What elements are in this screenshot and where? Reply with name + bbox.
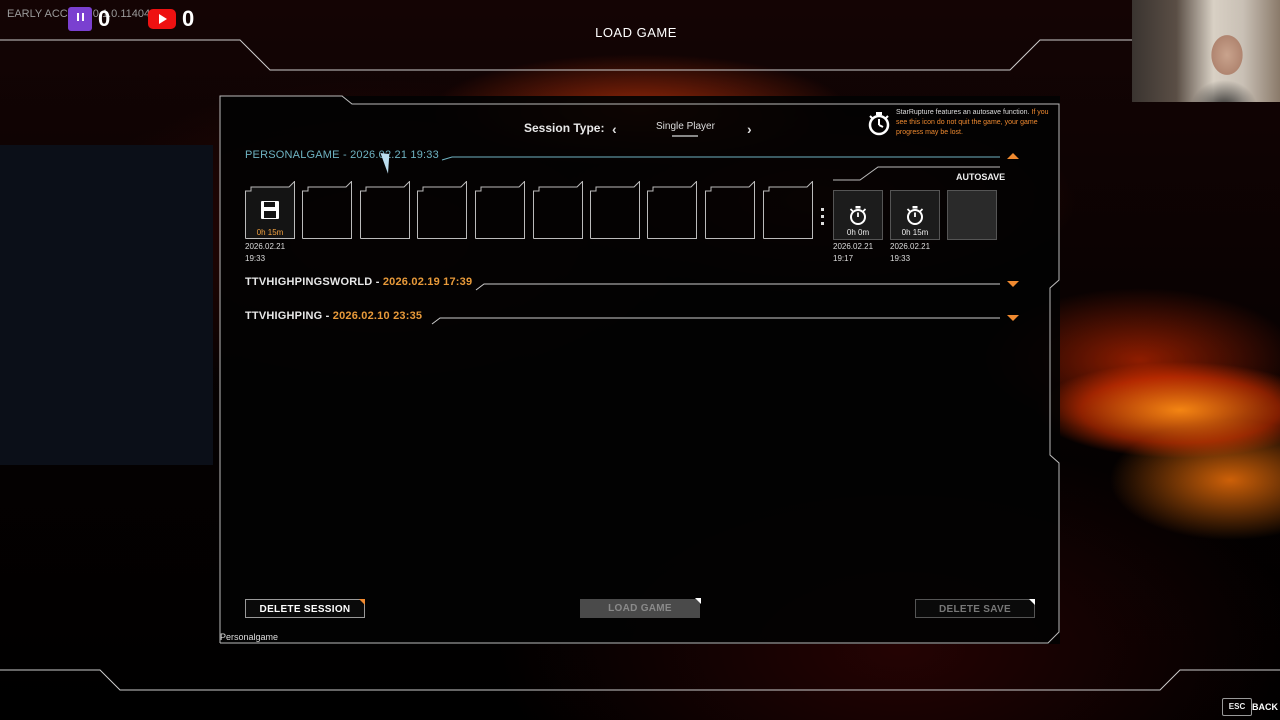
empty-save-slot[interactable]	[475, 181, 525, 239]
empty-save-slot[interactable]	[302, 181, 352, 239]
session-header-ttvhighping[interactable]: TTVHIGHPING - 2026.02.10 23:35	[245, 310, 422, 322]
expand-caret-icon[interactable]	[1007, 281, 1019, 287]
autosave-label: AUTOSAVE	[956, 172, 1006, 182]
autosave-info-text: StarRupture features an autosave functio…	[896, 108, 1052, 138]
session-name: TTVHIGHPING	[245, 310, 323, 322]
session-name: TTVHIGHPINGSWORLD	[245, 276, 373, 288]
session-separator: -	[339, 149, 351, 161]
autosave-playtime: 0h 15m	[901, 228, 929, 237]
session-header-personalgame[interactable]: PERSONALGAME - 2026.02.21 19:33	[245, 149, 439, 161]
autosave-slot-2[interactable]: 0h 15m	[890, 190, 940, 240]
chevron-left-icon[interactable]: ‹	[612, 121, 617, 137]
floppy-disk-icon	[261, 201, 279, 219]
session-date: 2026.02.19 17:39	[382, 276, 473, 288]
session-name: PERSONALGAME	[245, 149, 340, 161]
stopwatch-icon	[868, 112, 890, 136]
esc-key-icon[interactable]: ESC	[1222, 698, 1252, 716]
selected-session-label: Personalgame	[220, 632, 279, 642]
autosave-slot-1-date: 2026.02.21 19:17	[833, 241, 873, 265]
stopwatch-icon	[906, 206, 924, 225]
autosave-time: 19:17	[833, 254, 854, 263]
load-game-panel	[220, 96, 1060, 644]
empty-save-slot[interactable]	[360, 181, 410, 239]
page-title: LOAD GAME	[595, 25, 677, 40]
empty-save-slot[interactable]	[417, 181, 467, 239]
empty-save-slot[interactable]	[647, 181, 697, 239]
delete-save-button[interactable]: DELETE SAVE	[915, 599, 1035, 618]
more-vertical-icon[interactable]	[821, 208, 825, 229]
session-header-ttvhighpingsworld[interactable]: TTVHIGHPINGSWORLD - 2026.02.19 17:39	[245, 276, 472, 288]
expand-caret-icon[interactable]	[1007, 315, 1019, 321]
save-slot-1-date: 2026.02.21 19:33	[245, 241, 285, 265]
autosave-time: 19:33	[890, 254, 911, 263]
autosave-slot-1[interactable]: 0h 0m	[833, 190, 883, 240]
left-side-panel	[0, 145, 213, 465]
empty-save-slot[interactable]	[533, 181, 583, 239]
autosave-info-main: StarRupture features an autosave functio…	[896, 109, 1030, 116]
session-separator: -	[322, 310, 333, 322]
session-date: 2026.02.21 19:33	[350, 149, 439, 161]
save-slot-1[interactable]: 0h 15m	[245, 181, 295, 239]
autosave-slot-2-date: 2026.02.21 19:33	[890, 241, 930, 265]
empty-save-slot[interactable]	[705, 181, 755, 239]
collapse-caret-icon[interactable]	[1007, 153, 1019, 159]
empty-save-slot[interactable]	[763, 181, 813, 239]
autosave-playtime: 0h 0m	[846, 228, 870, 237]
delete-session-button[interactable]: DELETE SESSION	[245, 599, 365, 618]
autosave-date: 2026.02.21	[890, 242, 931, 251]
load-game-button[interactable]: LOAD GAME	[580, 598, 701, 618]
session-date: 2026.02.10 23:35	[332, 310, 423, 322]
session-type-value[interactable]: Single Player	[656, 121, 715, 132]
back-button[interactable]: BACK	[1252, 702, 1278, 712]
save-slot-time: 19:33	[245, 254, 266, 263]
chevron-right-icon[interactable]: ›	[747, 121, 752, 137]
empty-save-slot[interactable]	[590, 181, 640, 239]
save-slot-playtime: 0h 15m	[256, 228, 284, 237]
session-separator: -	[372, 276, 383, 288]
autosave-date: 2026.02.21	[833, 242, 874, 251]
save-slot-date: 2026.02.21	[245, 242, 286, 251]
session-type-label: Session Type:	[524, 121, 605, 135]
webcam-overlay	[1132, 0, 1280, 102]
stopwatch-icon	[849, 206, 867, 225]
autosave-slot-empty[interactable]	[947, 190, 997, 240]
session-type-indicator	[672, 135, 698, 137]
